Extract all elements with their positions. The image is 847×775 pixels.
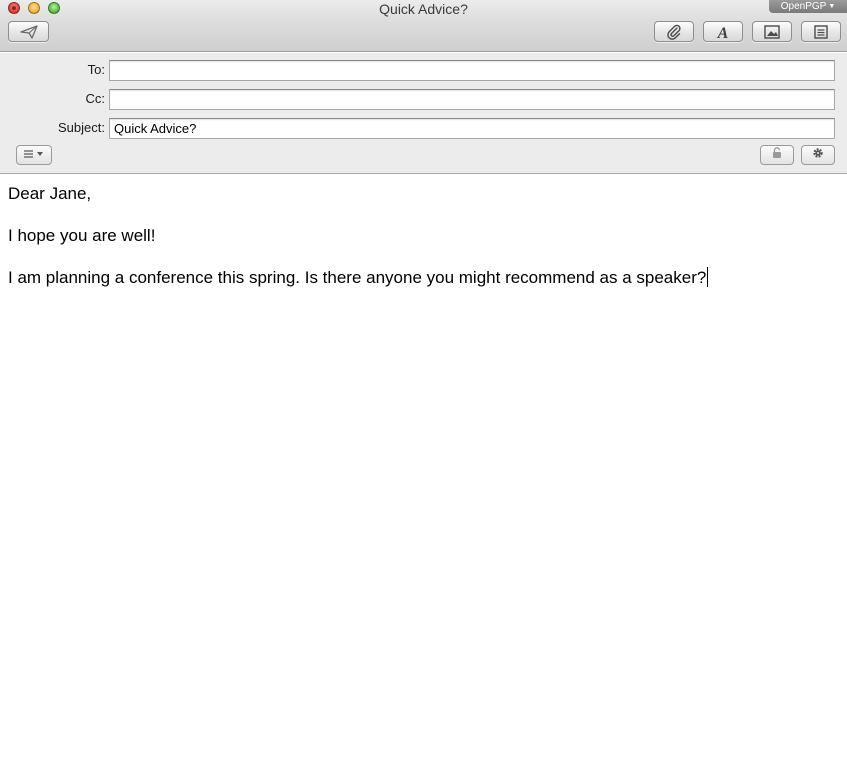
text-cursor: [707, 267, 709, 287]
close-window-button[interactable]: [8, 2, 20, 14]
minimize-window-button[interactable]: [28, 2, 40, 14]
paper-plane-icon: [19, 24, 38, 39]
subject-label: Subject:: [58, 120, 105, 135]
photo-browser-icon: [764, 24, 780, 39]
send-button[interactable]: [8, 21, 49, 42]
zoom-window-button[interactable]: [48, 2, 60, 14]
window-title: Quick Advice?: [379, 1, 468, 17]
message-body[interactable]: Dear Jane, I hope you are well! I am pla…: [0, 175, 847, 775]
cc-field[interactable]: [109, 89, 835, 110]
to-label: To:: [87, 62, 105, 77]
attach-button[interactable]: [654, 21, 694, 42]
font-icon: A: [715, 24, 731, 40]
format-button[interactable]: A: [703, 21, 743, 42]
window-controls: [8, 2, 60, 14]
body-paragraph: I am planning a conference this spring. …: [8, 267, 839, 289]
cc-label: Cc:: [85, 91, 106, 106]
list-icon: [22, 146, 46, 164]
stationery-icon: [814, 24, 828, 39]
encrypt-button[interactable]: [760, 145, 794, 165]
lock-icon: [771, 146, 783, 164]
paperclip-icon: [666, 24, 682, 40]
body-paragraph: Dear Jane,: [8, 184, 92, 203]
chevron-down-icon: ▼: [828, 3, 836, 10]
subject-field[interactable]: [109, 118, 835, 139]
window-toolbar: Quick Advice? OpenPGP ▼ A: [0, 0, 847, 52]
photo-browser-button[interactable]: [752, 21, 792, 42]
message-header: To: Cc: Subject:: [0, 53, 847, 174]
settings-button[interactable]: [801, 145, 835, 165]
stationery-button[interactable]: [801, 21, 841, 42]
openpgp-menu[interactable]: OpenPGP ▼: [769, 0, 847, 13]
svg-text:A: A: [717, 25, 729, 40]
body-paragraph-text: I am planning a conference this spring. …: [8, 268, 707, 287]
header-fields-menu-button[interactable]: [16, 145, 52, 165]
to-field[interactable]: [109, 60, 835, 81]
openpgp-label: OpenPGP: [780, 1, 827, 12]
body-paragraph: I hope you are well!: [8, 226, 156, 245]
gear-icon: [812, 146, 824, 164]
